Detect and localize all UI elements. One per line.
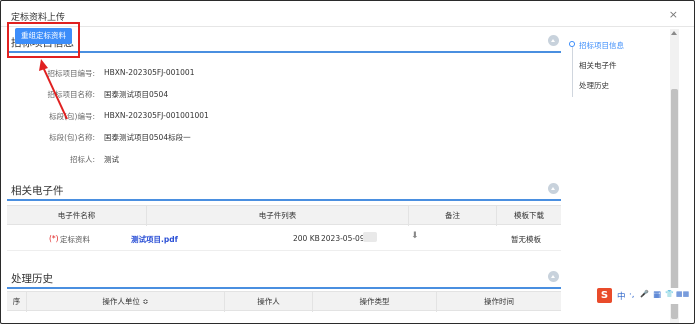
main-content: 招标项目信息 招标项目编号: HBXN-202305FJ-001001 招标项目… [7,31,561,325]
info-key: 招标人: [69,155,95,164]
collapse-icon[interactable] [548,35,559,46]
info-key: 招标项目名称: [47,90,95,99]
scrollbar-thumb[interactable] [671,89,678,319]
sortable-column-header[interactable]: 操作人单位 ≎ [27,292,225,312]
column-header: 模板下载 [514,211,544,220]
column-header: 电子件列表 [147,206,409,226]
info-value: HBXN-202305FJ-001001 [104,68,195,77]
dialog-window: 定标资料上传 × 招标项目信息 招标项目编号: HBXN-202305FJ-00… [0,0,695,324]
info-row: 标段(包)名称: 国泰测试项目0504标段一 [7,132,507,144]
attachment-file-link[interactable]: 测试项目.pdf [131,234,178,245]
section-attachments: 相关电子件 [7,179,561,201]
column-header: 电子件名称 [7,206,147,226]
section-history: 处理历史 [7,267,561,289]
info-value: 国泰测试项目0504标段一 [104,133,191,142]
skin-icon[interactable]: 👕 [665,290,674,298]
column-header: 操作时间 [484,297,514,306]
ime-toolbar: S 中 ·, 🎤 ▦ 👕 ▦▦ [597,288,691,304]
info-value: HBXN-202305FJ-001001001 [104,111,209,120]
download-icon[interactable]: ⬇ [411,231,419,241]
info-value: 国泰测试项目0504 [104,90,169,99]
column-header: 操作类型 [313,292,437,312]
info-key: 标段(包)编号: [49,112,95,121]
ime-punct-icon[interactable]: ·, [629,290,634,300]
toolbox-icon[interactable]: ▦▦ [676,290,689,298]
column-header: 操作人 [225,292,313,312]
dialog-titlebar: 定标资料上传 × [1,1,694,27]
ime-mode-icon[interactable]: 中 [617,290,626,302]
template-status: 暂无模板 [511,235,541,244]
nav-item-attachments[interactable]: 相关电子件 [579,60,617,71]
file-size: 200 KB [293,234,320,243]
highlight-box: 重组定标资料 [7,22,80,58]
section-title: 相关电子件 [11,185,64,197]
info-row: 招标人: 测试 [7,154,507,166]
info-row: 招标项目名称: 国泰测试项目0504 [7,89,507,101]
collapse-icon[interactable] [548,271,559,282]
attachment-name: 定标资料 [60,235,90,244]
close-icon[interactable]: × [669,8,678,21]
scrollbar[interactable] [670,29,679,323]
keyboard-icon[interactable]: ▦ [653,290,661,300]
section-project-info: 招标项目信息 [7,31,561,53]
column-header: 备注 [409,206,497,226]
info-key: 招标项目编号: [47,69,95,78]
required-mark: (*) [49,234,59,243]
scroll-up-icon[interactable] [671,31,677,35]
sogou-logo-icon[interactable]: S [597,288,612,303]
nav-item-project-info[interactable]: 招标项目信息 [579,40,624,51]
attachments-table-header: 电子件名称 电子件列表 备注 模板下载 [7,205,561,226]
file-date: 2023-05-09 [321,234,365,243]
info-row: 招标项目编号: HBXN-202305FJ-001001 [7,68,507,80]
history-table-header: 序 操作人单位 ≎ 操作人 操作类型 操作时间 [7,291,561,312]
collapse-icon[interactable] [548,183,559,194]
blurred-time [363,232,377,242]
side-navigation: 招标项目信息 相关电子件 处理历史 [567,37,671,97]
section-title: 处理历史 [11,273,53,285]
info-value: 测试 [104,155,119,164]
info-key: 标段(包)名称: [49,133,95,142]
reselect-button[interactable]: 重组定标资料 [15,28,72,44]
column-header: 序 [7,292,27,312]
nav-item-history[interactable]: 处理历史 [579,80,609,91]
nav-dot-icon [569,41,575,47]
microphone-icon[interactable]: 🎤 [640,290,649,298]
nav-line [571,47,573,97]
info-row: 标段(包)编号: HBXN-202305FJ-001001001 [7,111,507,123]
table-row: (*) 定标资料 测试项目.pdf 200 KB 2023-05-09 ⬇ 暂无… [7,227,561,251]
